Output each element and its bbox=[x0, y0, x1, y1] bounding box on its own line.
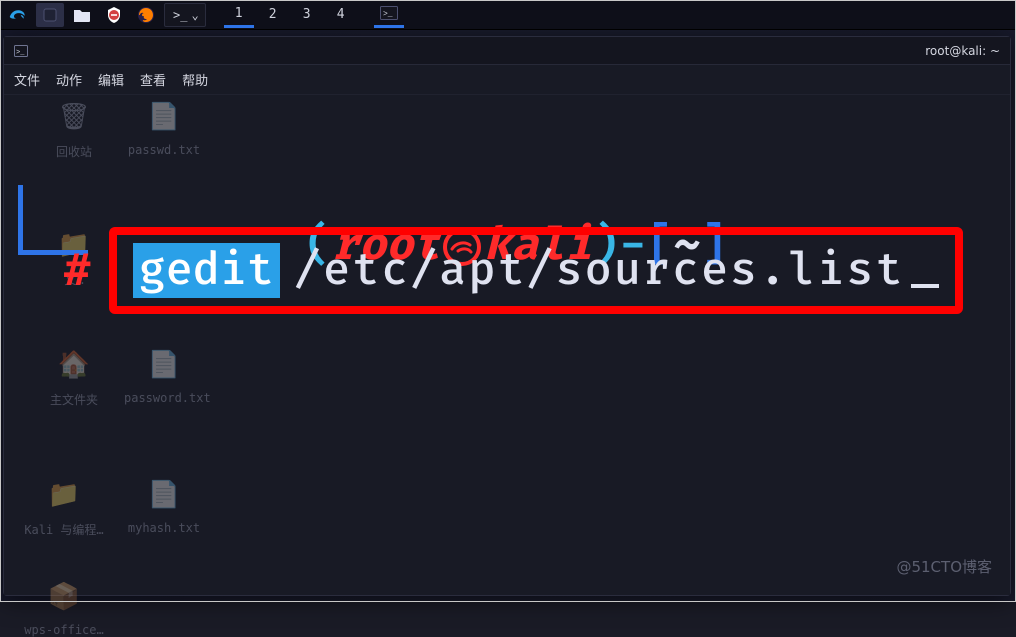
workspace-4[interactable]: 4 bbox=[326, 2, 356, 28]
menu-edit[interactable]: 编辑 bbox=[98, 70, 124, 89]
textfile-icon: 📄 bbox=[142, 95, 186, 139]
menu-action[interactable]: 动作 bbox=[56, 70, 82, 89]
app-launcher-icon[interactable] bbox=[36, 3, 64, 27]
terminal-titlebar-icon: >_ bbox=[14, 45, 28, 57]
workspace-3[interactable]: 3 bbox=[292, 2, 322, 28]
command-binary: gedit bbox=[133, 243, 280, 298]
watermark: @51CTO博客 bbox=[896, 556, 992, 577]
prompt-line-2: # gedit /etc/apt/sources.list bbox=[64, 227, 963, 314]
terminal-glyph: >_ bbox=[173, 8, 187, 22]
taskbar-terminal-indicator[interactable]: >_ bbox=[374, 2, 404, 28]
desk-icon-trash: 🗑 回收站 bbox=[34, 95, 114, 160]
textfile-icon: 📄 bbox=[142, 343, 186, 387]
command-highlight-box: gedit /etc/apt/sources.list bbox=[109, 227, 963, 314]
workspace-2[interactable]: 2 bbox=[258, 2, 288, 28]
file-manager-icon[interactable] bbox=[68, 3, 96, 27]
desk-icon-label: myhash.txt bbox=[124, 521, 204, 535]
desk-icon-wps: 📦 wps-office… bbox=[24, 575, 104, 637]
terminal-window: >_ root@kali: ~ 文件 动作 编辑 查看 帮助 🗑 回收站 📄 p… bbox=[3, 36, 1011, 596]
desk-icon-label: password.txt bbox=[124, 391, 204, 405]
security-alert-icon[interactable] bbox=[100, 3, 128, 27]
desk-icon-home: 🏠 主文件夹 bbox=[34, 343, 114, 408]
kali-logo-icon[interactable] bbox=[4, 3, 32, 27]
menu-view[interactable]: 查看 bbox=[140, 70, 166, 89]
desk-icon-label: wps-office… bbox=[24, 623, 104, 637]
desk-icon-myhash: 📄 myhash.txt bbox=[124, 473, 204, 535]
trash-icon: 🗑 bbox=[52, 95, 96, 139]
desk-icon-password: 📄 password.txt bbox=[124, 343, 204, 405]
taskbar: >_ ⌄ 1 2 3 4 >_ bbox=[0, 0, 1016, 30]
desk-icon-label: Kali 与编程… bbox=[24, 521, 104, 538]
workspace-1[interactable]: 1 bbox=[224, 2, 254, 28]
firefox-icon[interactable] bbox=[132, 3, 160, 27]
command-argument: /etc/apt/sources.list bbox=[294, 243, 939, 298]
terminal-menubar: 文件 动作 编辑 查看 帮助 bbox=[4, 65, 1010, 95]
home-icon: 🏠 bbox=[52, 343, 96, 387]
svg-text:>_: >_ bbox=[16, 49, 25, 57]
terminal-window-title: root@kali: ~ bbox=[925, 44, 1000, 58]
terminal-titlebar[interactable]: >_ root@kali: ~ bbox=[4, 37, 1010, 65]
prompt-hash: # bbox=[64, 245, 91, 296]
menu-file[interactable]: 文件 bbox=[14, 70, 40, 89]
terminal-body[interactable]: 🗑 回收站 📄 passwd.txt 📁 文… 🏠 主文件夹 📄 passwor… bbox=[4, 95, 1010, 595]
desk-icon-label: 主文件夹 bbox=[34, 391, 114, 408]
desk-icon-label: 回收站 bbox=[34, 143, 114, 160]
desk-icon-kaliprog: 📁 Kali 与编程… bbox=[24, 473, 104, 538]
desk-icon-passwd: 📄 passwd.txt bbox=[124, 95, 204, 157]
terminal-launcher-dropdown[interactable]: >_ ⌄ bbox=[164, 3, 206, 27]
menu-help[interactable]: 帮助 bbox=[182, 70, 208, 89]
svg-text:>_: >_ bbox=[383, 10, 393, 19]
folder-icon: 📁 bbox=[42, 473, 86, 517]
textfile-icon: 📄 bbox=[142, 473, 186, 517]
desk-icon-label: passwd.txt bbox=[124, 143, 204, 157]
chevron-down-icon: ⌄ bbox=[191, 8, 198, 22]
